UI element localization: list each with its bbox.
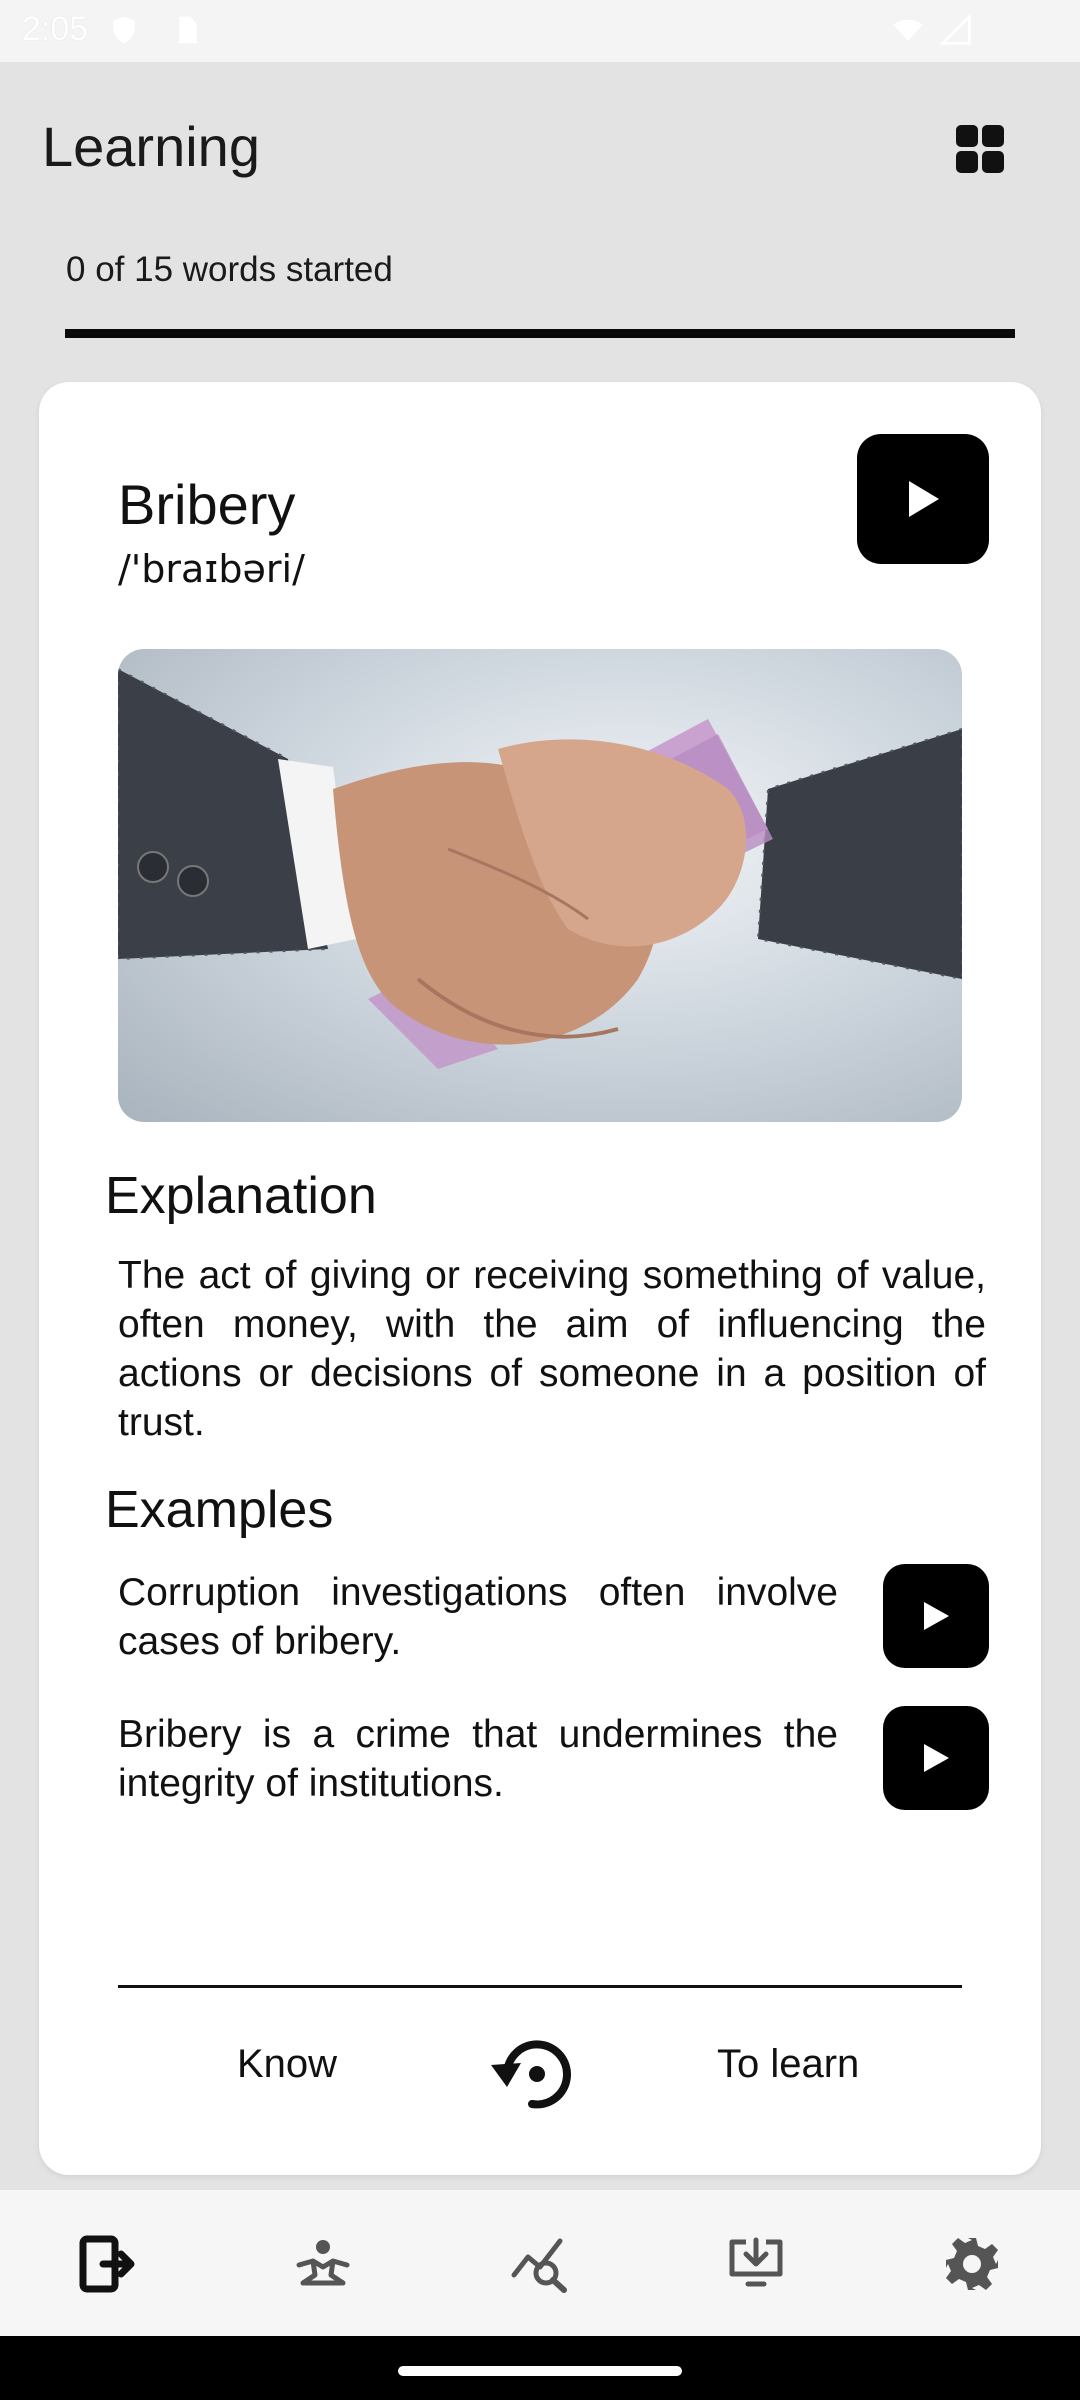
example-text: Bribery is a crime that undermines the i… bbox=[118, 1713, 838, 1805]
download-icon bbox=[729, 2237, 783, 2287]
divider bbox=[118, 1985, 962, 1988]
explanation-text: The act of giving or receiving something… bbox=[118, 1254, 986, 1444]
page-title: Learning bbox=[42, 115, 260, 178]
play-icon bbox=[909, 481, 939, 517]
word-card: Bribery /'braɪbəri/ Explanation The act … bbox=[39, 382, 1041, 2175]
wifi-icon bbox=[893, 19, 923, 41]
handshake-illustration bbox=[118, 667, 962, 1069]
explanation-heading: Explanation bbox=[105, 1167, 377, 1225]
progress-bar-fill bbox=[65, 329, 1015, 338]
nav-settings[interactable] bbox=[934, 2226, 1010, 2302]
play-example-1-button[interactable] bbox=[883, 1564, 989, 1668]
learn-icon bbox=[79, 2235, 135, 2293]
nav-practice[interactable] bbox=[285, 2226, 361, 2302]
progress-search-icon bbox=[511, 2238, 567, 2293]
nav-download[interactable] bbox=[718, 2226, 794, 2302]
bottom-navigation bbox=[0, 2190, 1080, 2336]
status-time: 2:05 bbox=[22, 10, 89, 48]
app-header: Learning bbox=[0, 62, 1080, 238]
play-word-button[interactable] bbox=[857, 434, 989, 564]
play-example-2-button[interactable] bbox=[883, 1706, 989, 1810]
gesture-bar bbox=[0, 2336, 1080, 2400]
play-icon bbox=[924, 1744, 949, 1772]
signal-icon bbox=[940, 14, 971, 45]
example-text: Corruption investigations often involve … bbox=[118, 1571, 838, 1663]
examples-heading: Examples bbox=[105, 1481, 334, 1539]
progress-bar bbox=[65, 329, 1015, 338]
word-phonetic: /'braɪbəri/ bbox=[118, 547, 305, 591]
status-bar: 2:05 bbox=[0, 0, 1080, 62]
word-title: Bribery bbox=[118, 473, 296, 536]
undo-icon[interactable] bbox=[485, 2027, 579, 2121]
home-indicator[interactable] bbox=[398, 2366, 682, 2376]
sim-card-icon bbox=[179, 16, 197, 44]
know-button[interactable]: Know bbox=[237, 2042, 337, 2087]
word-image bbox=[118, 649, 962, 1122]
shield-icon bbox=[113, 16, 135, 44]
nav-learn[interactable] bbox=[69, 2226, 145, 2302]
grid-icon[interactable] bbox=[948, 117, 1012, 181]
play-icon bbox=[924, 1602, 949, 1630]
nav-progress[interactable] bbox=[502, 2226, 578, 2302]
progress-label: 0 of 15 words started bbox=[66, 250, 393, 289]
settings-icon bbox=[946, 2238, 998, 2290]
to-learn-button[interactable]: To learn bbox=[717, 2042, 859, 2087]
practice-icon bbox=[296, 2240, 350, 2286]
